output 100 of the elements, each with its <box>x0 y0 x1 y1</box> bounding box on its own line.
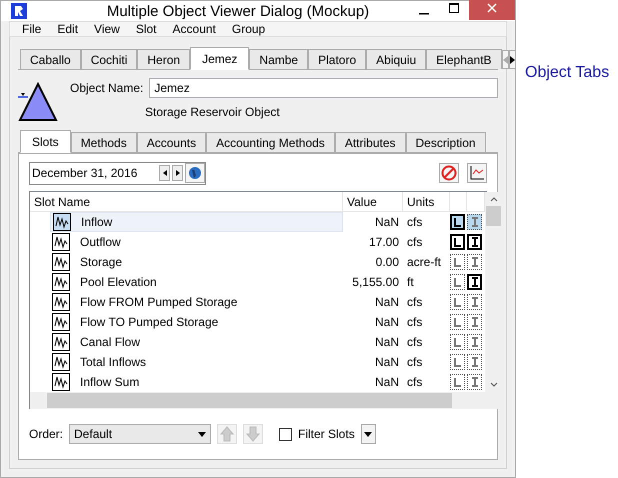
units-cell-text: ft <box>406 275 415 289</box>
slot-name[interactable]: Pool Elevation <box>76 275 161 289</box>
i-flag-icon[interactable] <box>467 254 482 270</box>
units-cell-text: cfs <box>406 295 424 309</box>
previous-button[interactable] <box>159 165 170 181</box>
slot-name[interactable]: Canal Flow <box>76 335 144 349</box>
object-tab[interactable]: Caballo <box>20 49 81 69</box>
value-cell-text: 0.00 <box>374 255 400 269</box>
l-flag-icon[interactable] <box>450 294 465 310</box>
graph-icon <box>52 273 70 291</box>
caret-icon <box>198 432 206 436</box>
l-flag-icon[interactable] <box>450 314 465 330</box>
maximize-icon <box>449 3 459 13</box>
slot-name[interactable]: Inflow Sum <box>76 375 144 389</box>
graph-icon <box>53 213 71 231</box>
scrollbar-thumb[interactable] <box>47 393 452 408</box>
l-flag-icon[interactable] <box>450 254 465 270</box>
tab[interactable]: Accounts <box>136 132 206 152</box>
filter-checkbox[interactable] <box>279 428 292 440</box>
column-header[interactable]: Value <box>343 192 403 212</box>
value-cell-text: NaN <box>374 295 400 309</box>
graph-icon <box>52 253 70 271</box>
units-cell-text: cfs <box>406 235 424 249</box>
object-name-field[interactable]: Jemez <box>149 78 498 98</box>
order-dropdown[interactable]: Default <box>69 424 212 444</box>
menu-item[interactable]: View <box>86 22 128 36</box>
l-flag-icon[interactable] <box>450 234 465 250</box>
l-flag-icon[interactable] <box>450 274 465 290</box>
object-type-text: Storage Reservoir Object <box>144 105 281 119</box>
graph-icon <box>52 333 70 351</box>
column-header[interactable]: Units <box>403 192 450 212</box>
plot-button[interactable] <box>467 163 487 183</box>
graph-icon <box>52 293 70 311</box>
object-tab[interactable]: Jemez <box>190 47 250 70</box>
scrollbar-thumb[interactable] <box>486 206 501 226</box>
reservoir-icon <box>18 82 58 122</box>
object-tab[interactable]: ElephantB <box>426 49 502 69</box>
slot-name[interactable]: Storage <box>76 255 126 269</box>
units-cell-text: cfs <box>406 355 424 369</box>
i-flag-icon[interactable] <box>467 294 482 310</box>
value-cell-text: NaN <box>374 355 400 369</box>
object-tab[interactable]: Cochiti <box>80 49 138 69</box>
menu-item[interactable]: File <box>14 22 50 36</box>
object-name-label: Object Name: <box>70 81 144 95</box>
units-cell-text: cfs <box>406 375 424 389</box>
value-cell-text: NaN <box>374 335 400 349</box>
no-data-button[interactable] <box>439 163 459 183</box>
graph-icon <box>52 373 70 391</box>
object-tab[interactable]: Heron <box>137 49 190 69</box>
value-cell-text: NaN <box>374 315 400 329</box>
close-icon <box>487 3 497 13</box>
triangle-left-icon <box>162 170 166 176</box>
i-flag-icon[interactable] <box>467 374 482 390</box>
i-flag-icon[interactable] <box>467 234 482 250</box>
l-flag-icon[interactable] <box>450 354 465 370</box>
slot-name[interactable]: Inflow <box>77 215 116 229</box>
graph-icon <box>52 353 70 371</box>
next-button[interactable] <box>172 165 183 181</box>
l-flag-icon[interactable] <box>450 334 465 350</box>
close-button[interactable] <box>469 0 515 20</box>
i-flag-icon[interactable] <box>467 314 482 330</box>
tab[interactable]: Slots <box>20 130 71 153</box>
slot-name[interactable]: Outflow <box>76 235 125 249</box>
minimize-icon <box>419 13 429 15</box>
date-field[interactable]: December 31, 2016 <box>29 162 206 184</box>
units-cell-text: cfs <box>406 315 424 329</box>
object-tab[interactable]: Platoro <box>308 49 366 69</box>
globe-button[interactable] <box>185 163 205 183</box>
slot-name[interactable]: Flow FROM Pumped Storage <box>76 295 242 309</box>
graph-icon <box>52 233 70 251</box>
l-flag-icon[interactable] <box>450 374 465 390</box>
window-title: Multiple Object Viewer Dialog (Mockup) <box>106 2 370 20</box>
slot-name[interactable]: Flow TO Pumped Storage <box>76 315 222 329</box>
menu-item[interactable]: Account <box>164 22 224 36</box>
units-cell-text: cfs <box>406 215 424 229</box>
i-flag-icon[interactable] <box>467 274 482 290</box>
l-flag-icon[interactable] <box>450 214 465 230</box>
menu-item[interactable]: Edit <box>49 22 86 36</box>
tab[interactable]: Accounting Methods <box>206 132 335 152</box>
order-label: Order: <box>29 427 64 441</box>
tab[interactable]: Attributes <box>334 132 406 152</box>
value-cell-text: 5,155.00 <box>351 275 400 289</box>
caret-icon <box>364 432 372 436</box>
tab[interactable]: Methods <box>70 132 137 152</box>
i-flag-icon[interactable] <box>467 354 482 370</box>
graph-icon <box>52 313 70 331</box>
value-cell-text: NaN <box>374 215 400 229</box>
filter-menu-button[interactable] <box>360 424 376 444</box>
object-tab[interactable]: Abiquiu <box>366 49 426 69</box>
value-cell-text: 17.00 <box>368 235 400 249</box>
tab[interactable]: Description <box>406 132 486 152</box>
filter-label: Filter Slots <box>298 427 355 441</box>
i-flag-icon[interactable] <box>467 334 482 350</box>
object-tab[interactable]: Nambe <box>249 49 308 69</box>
units-cell-text: acre-ft <box>406 255 442 269</box>
slot-name[interactable]: Total Inflows <box>76 355 150 369</box>
menu-item[interactable]: Group <box>224 22 274 36</box>
menu-item[interactable]: Slot <box>128 22 165 36</box>
annotation-text: Object Tabs <box>525 64 610 83</box>
triangle-right-icon <box>176 170 180 176</box>
